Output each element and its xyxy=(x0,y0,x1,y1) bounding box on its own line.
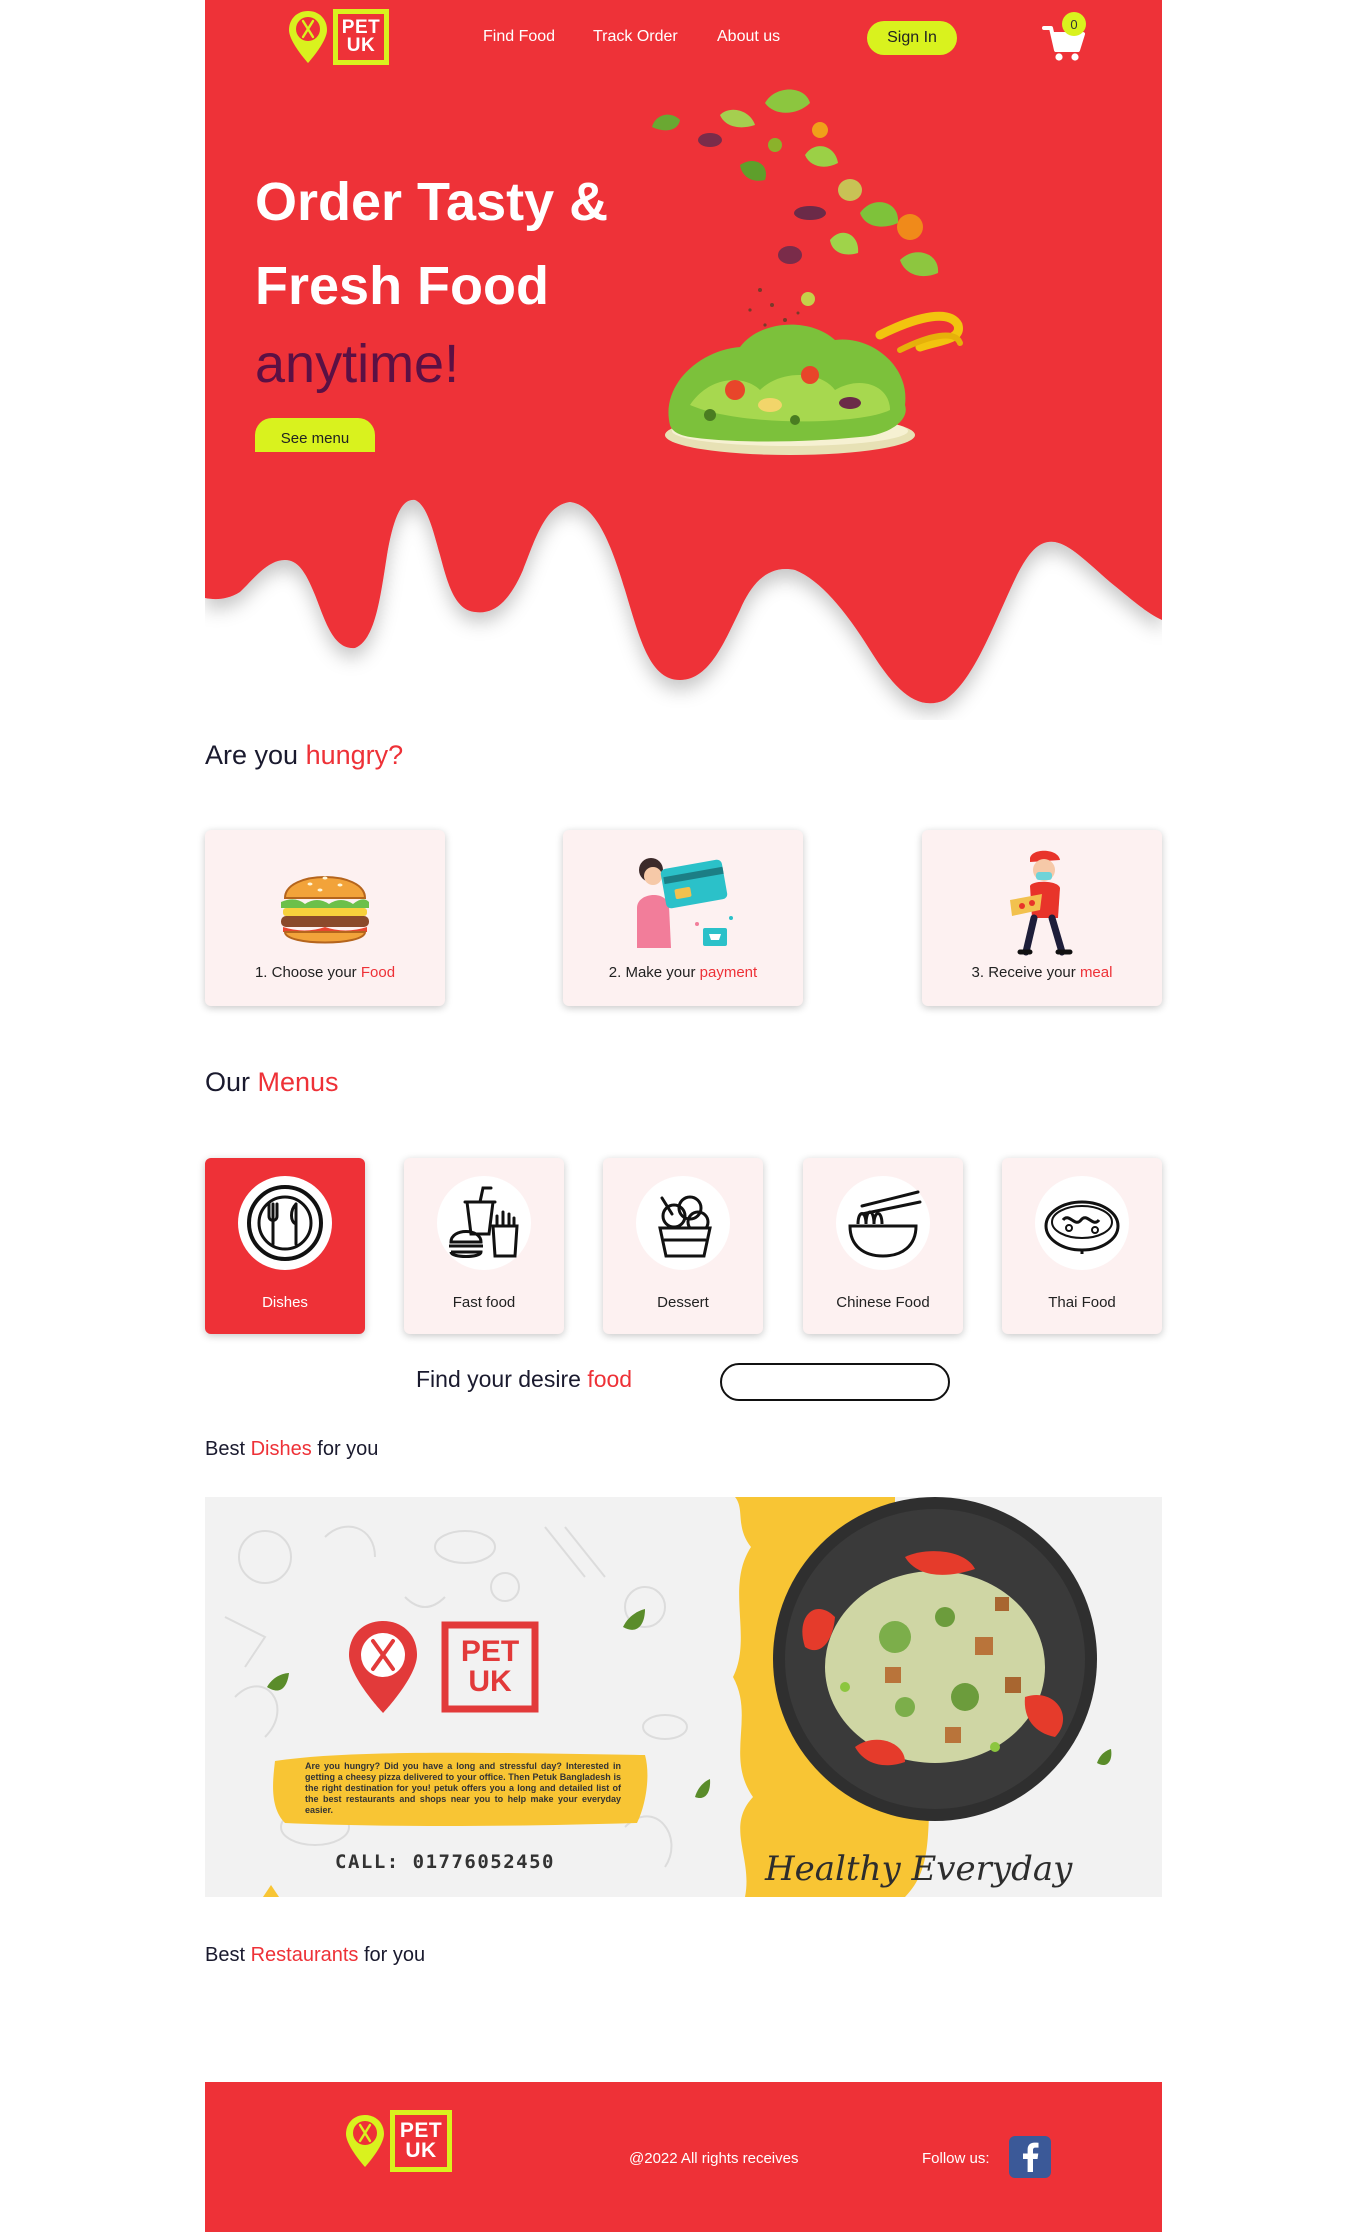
page: PET UK Find Food Track Order About us Si… xyxy=(205,0,1162,2232)
sign-in-button[interactable]: Sign In xyxy=(867,21,957,55)
step-caption: 2. Make your payment xyxy=(563,964,803,981)
follow-us-label: Follow us: xyxy=(922,2150,990,2167)
step-caption-prefix: 2. Make your xyxy=(608,964,700,981)
step-card-make-payment: 2. Make your payment xyxy=(563,830,803,1006)
best-dishes-banner[interactable]: PET UK Are you hungry? Did you have a lo… xyxy=(205,1497,1162,1897)
menu-card-chinese-food[interactable]: Chinese Food xyxy=(803,1158,963,1334)
cart-count-badge: 0 xyxy=(1062,12,1086,36)
step-caption: 3. Receive your meal xyxy=(922,964,1162,981)
menu-icon-circle xyxy=(238,1176,332,1270)
brand-logo[interactable]: PET UK xyxy=(287,9,389,65)
menu-icon-circle xyxy=(636,1176,730,1270)
step-caption-highlight: payment xyxy=(699,964,758,981)
location-pin-logo-icon xyxy=(346,2115,384,2167)
hero-accent-text: anytime! xyxy=(255,334,460,394)
best-dishes-heading: Best Dishes for you xyxy=(205,1438,378,1461)
food-search-input[interactable] xyxy=(720,1363,950,1401)
hero-title-line1: Order Tasty & xyxy=(255,172,609,232)
see-menu-button[interactable]: See menu xyxy=(255,418,375,452)
top-navigation: PET UK Find Food Track Order About us Si… xyxy=(205,0,1162,76)
nav-link-track-order[interactable]: Track Order xyxy=(593,28,678,46)
step-caption-highlight: meal xyxy=(1079,964,1113,981)
thai-bowl-icon xyxy=(1044,1200,1120,1254)
menu-card-fast-food[interactable]: Fast food xyxy=(404,1158,564,1334)
ice-cream-icon xyxy=(658,1195,712,1258)
hero-title-line2: Fresh Food xyxy=(255,256,549,316)
menu-card-dessert[interactable]: Dessert xyxy=(603,1158,763,1334)
plate-cutlery-icon xyxy=(247,1185,323,1261)
banner-call-number: CALL: 01776052450 xyxy=(335,1851,555,1873)
best-dishes-suffix: for you xyxy=(311,1438,379,1460)
hero-title: Order Tasty & Fresh Food xyxy=(255,160,608,328)
banner-logo-line1: PET xyxy=(460,1635,520,1668)
delivery-person-icon xyxy=(1010,850,1073,956)
menu-label: Fast food xyxy=(452,1294,516,1311)
menu-label: Chinese Food xyxy=(836,1294,930,1311)
best-restaurants-prefix: Best xyxy=(205,1944,251,1966)
menu-label: Dishes xyxy=(262,1294,308,1311)
best-restaurants-heading: Best Restaurants for you xyxy=(205,1944,425,1967)
burger-icon xyxy=(281,876,369,944)
banner-artwork xyxy=(224,1497,1162,1897)
payment-card-icon xyxy=(637,858,733,948)
logo-wordmark: PET UK xyxy=(390,2110,452,2172)
location-pin-logo-icon xyxy=(289,11,327,63)
best-dishes-highlight: Dishes xyxy=(250,1438,312,1460)
search-label-highlight: food xyxy=(587,1366,633,1392)
menus-heading: Our Menus xyxy=(205,1067,339,1098)
cart-button[interactable]: 0 xyxy=(1040,12,1088,61)
site-footer: PET UK @2022 All rights receives Follow … xyxy=(205,2082,1162,2232)
salad-bowl-image xyxy=(652,89,963,455)
facebook-icon xyxy=(1023,2142,1039,2172)
menu-label: Dessert xyxy=(657,1294,709,1311)
step-caption-highlight: Food xyxy=(360,964,396,981)
menus-heading-highlight: Menus xyxy=(257,1067,339,1097)
copyright-text: @2022 All rights receives xyxy=(629,2150,799,2167)
menus-heading-plain: Our xyxy=(205,1067,258,1097)
search-label: Find your desire food xyxy=(416,1366,632,1393)
menu-icon-circle xyxy=(437,1176,531,1270)
step-caption: 1. Choose your Food xyxy=(205,964,445,981)
logo-line2: UK xyxy=(346,35,376,56)
hungry-heading: Are you hungry? xyxy=(205,740,403,771)
step-card-receive-meal: 3. Receive your meal xyxy=(922,830,1162,1006)
menu-icon-circle xyxy=(836,1176,930,1270)
best-dishes-prefix: Best xyxy=(205,1438,251,1460)
step-card-choose-food: 1. Choose your Food xyxy=(205,830,445,1006)
menu-label: Thai Food xyxy=(1048,1294,1116,1311)
menu-card-thai-food[interactable]: Thai Food xyxy=(1002,1158,1162,1334)
logo-line2: UK xyxy=(405,2139,437,2162)
nav-link-find-food[interactable]: Find Food xyxy=(483,28,555,46)
hungry-heading-highlight: hungry? xyxy=(305,740,404,770)
nav-link-about-us[interactable]: About us xyxy=(717,28,780,46)
fast-food-icon xyxy=(449,1186,519,1258)
menu-card-dishes[interactable]: Dishes xyxy=(205,1158,365,1334)
menu-icon-circle xyxy=(1035,1176,1129,1270)
hero-section: PET UK Find Food Track Order About us Si… xyxy=(205,0,1162,720)
facebook-link[interactable] xyxy=(1009,2136,1051,2178)
banner-blurb: Are you hungry? Did you have a long and … xyxy=(305,1761,621,1815)
banner-logo-line2: UK xyxy=(468,1665,512,1698)
step-caption-prefix: 1. Choose your xyxy=(254,964,361,981)
step-caption-prefix: 3. Receive your xyxy=(971,964,1080,981)
banner-tagline: Healthy Everyday xyxy=(765,1849,1073,1889)
logo-wordmark: PET UK xyxy=(333,9,389,65)
banner-logo-wordmark: PET UK xyxy=(451,1631,529,1703)
footer-logo[interactable]: PET UK xyxy=(344,2110,452,2172)
hungry-heading-plain: Are you xyxy=(205,740,306,770)
noodle-bowl-icon xyxy=(848,1190,922,1258)
best-restaurants-highlight: Restaurants xyxy=(250,1944,359,1966)
search-label-plain: Find your desire xyxy=(416,1366,588,1392)
logo-line1: PET xyxy=(399,2119,443,2142)
best-restaurants-suffix: for you xyxy=(358,1944,426,1966)
